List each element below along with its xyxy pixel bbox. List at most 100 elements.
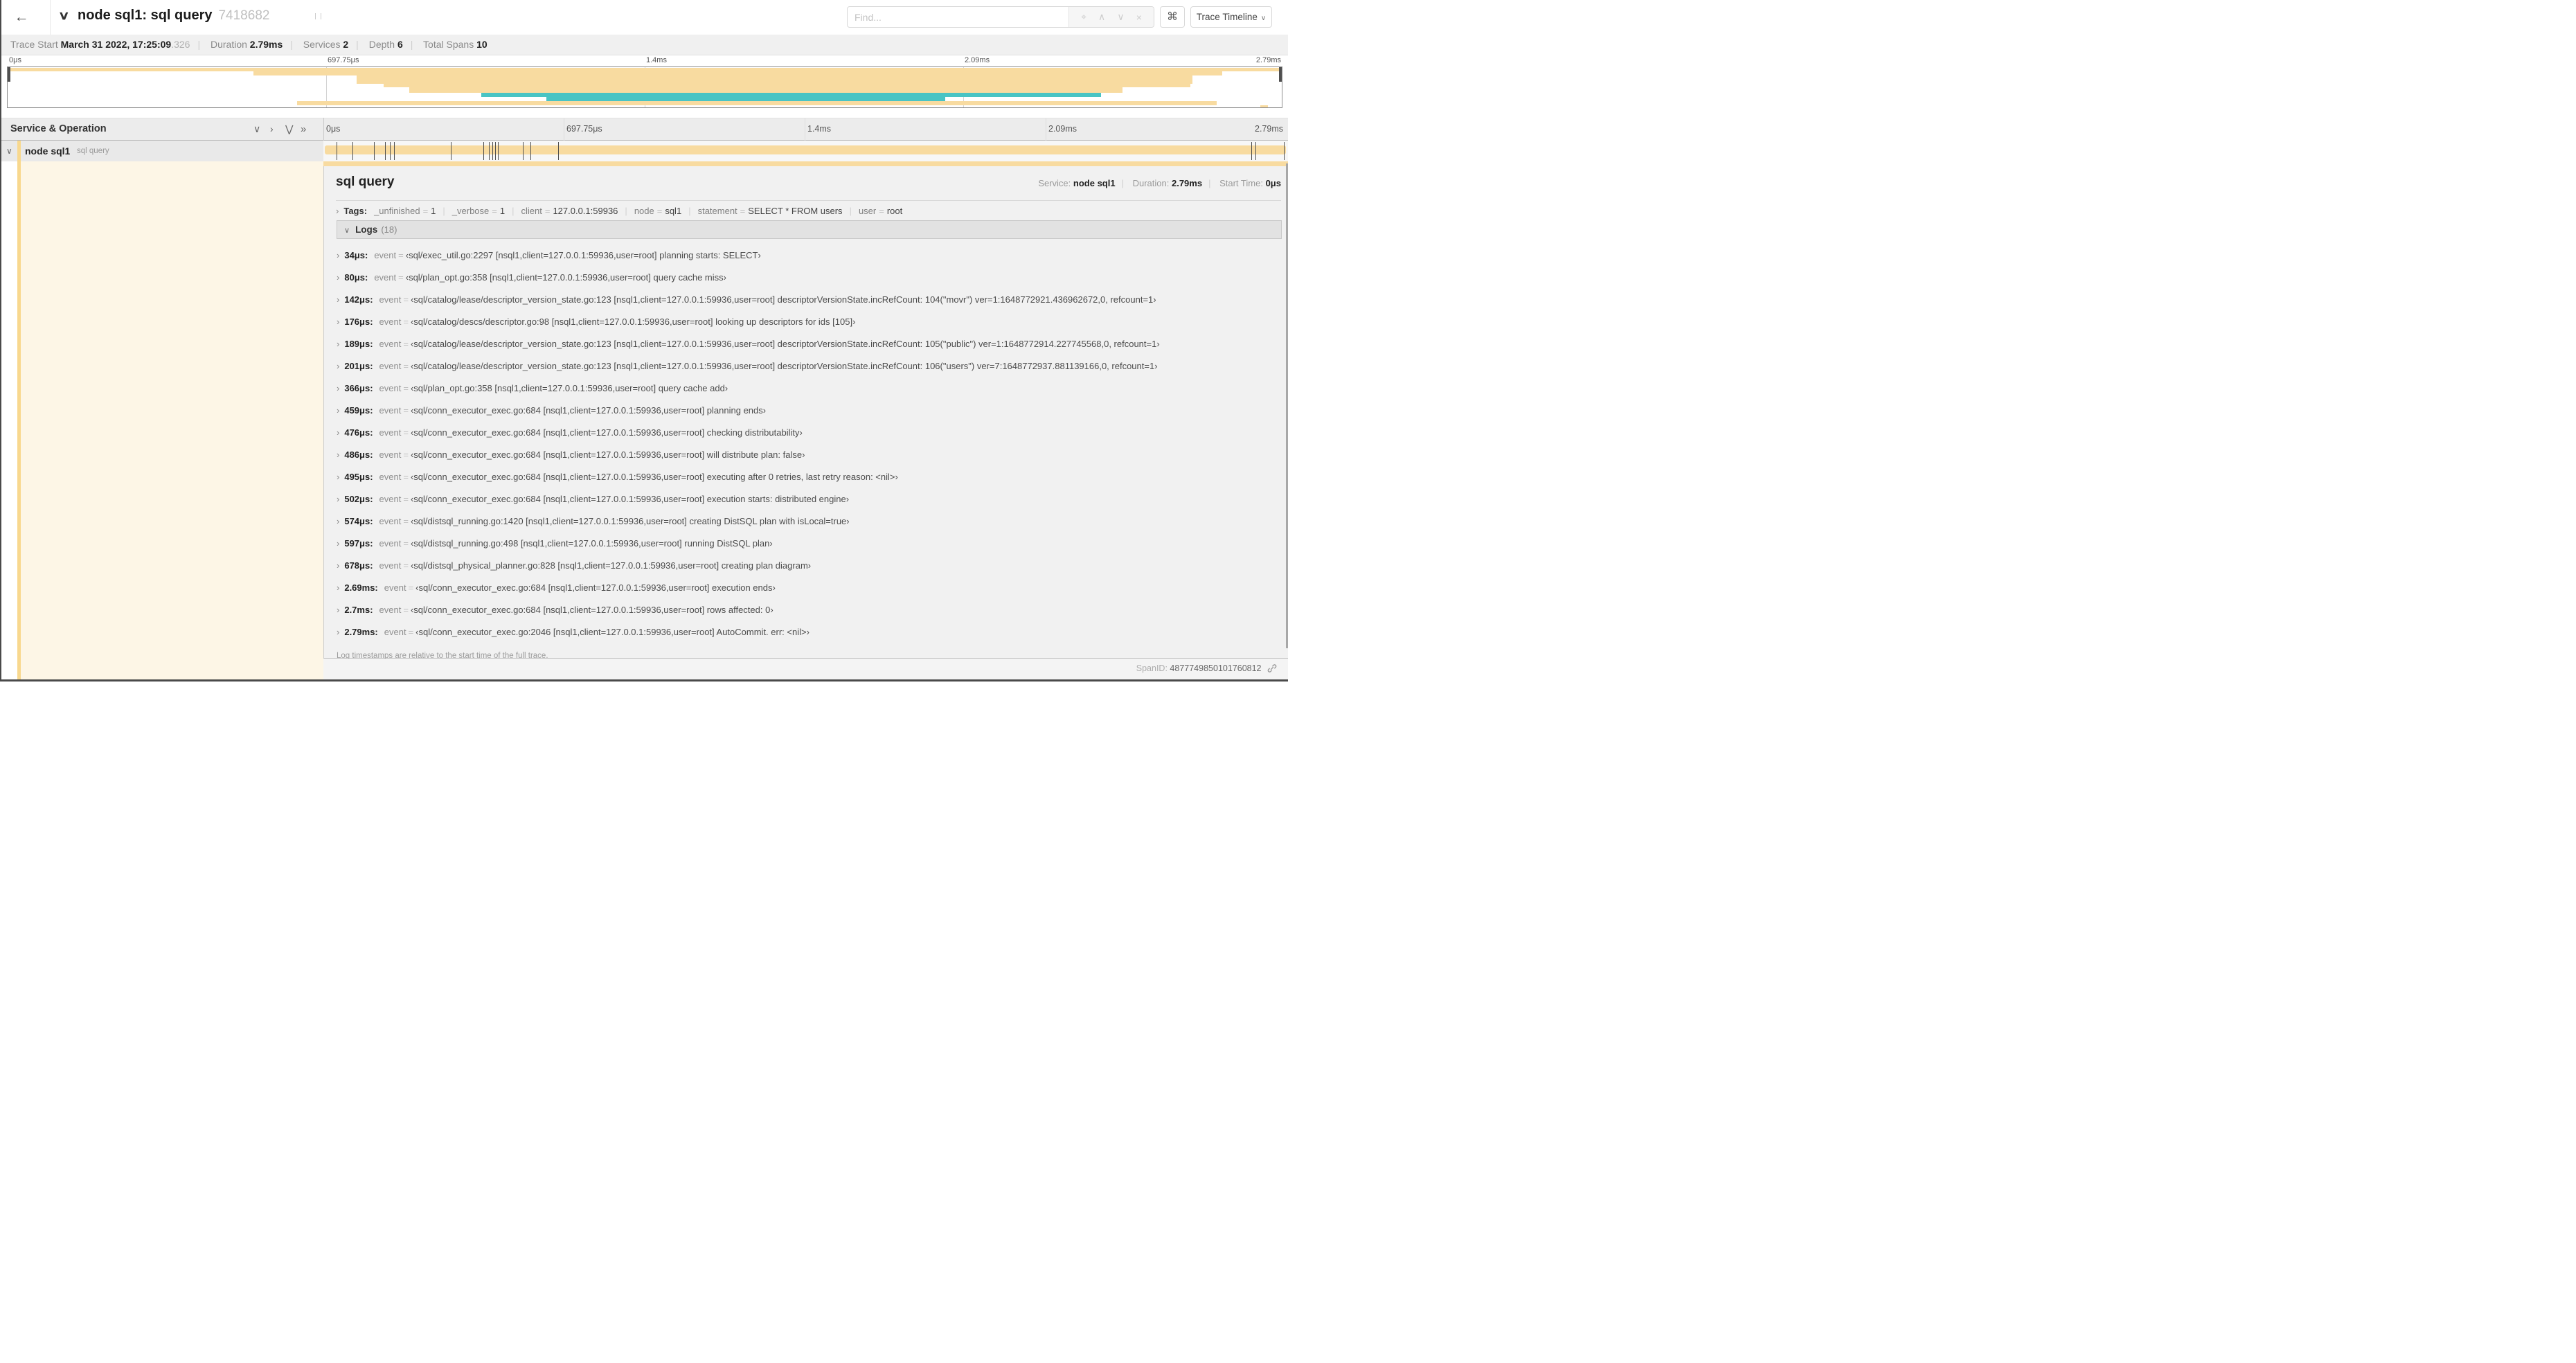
expand-one-icon[interactable]: › [270,118,274,140]
depth-value: 6 [397,39,403,50]
minimap-tick-label: 2.79ms [1255,56,1281,64]
tag-item: node = sql1 [634,206,681,216]
minimap-tick-label: 2.09ms [965,56,990,64]
log-row[interactable]: › 476μs: event = ‹sql/conn_executor_exec.go:… [337,422,1282,444]
equals-sign: = [408,582,414,593]
divider: | [197,39,201,50]
timeline-minimap[interactable] [7,66,1282,108]
back-button[interactable]: ← [11,7,32,28]
tags-row[interactable]: › Tags: _unfinished = 1 | _verbose = 1 | client = 12… [336,206,902,216]
keyboard-shortcuts-button[interactable]: ⌘ [1160,6,1185,28]
log-row[interactable]: › 176μs: event = ‹sql/catalog/descs/descript… [337,311,1282,333]
selected-span-strip-bar[interactable] [323,161,1288,166]
log-row[interactable]: › 574μs: event = ‹sql/distsql_running.go:142… [337,510,1282,533]
locate-icon[interactable]: ⌖ [1081,11,1086,23]
log-value: ‹sql/distsql_running.go:498 [nsql1,clien… [410,538,773,549]
logs-label: Logs [355,224,378,235]
log-row[interactable]: › 678μs: event = ‹sql/distsql_physical_plann… [337,555,1282,577]
services-value: 2 [343,39,349,50]
minimap-left-scrub-handle[interactable] [8,67,10,82]
log-field: event [379,560,402,571]
log-value: ‹sql/catalog/lease/descriptor_version_st… [410,339,1160,349]
minimap-right-scrub-handle[interactable] [1279,67,1282,82]
log-time: 476μs: [344,427,373,438]
log-tick-mark [1255,142,1256,160]
log-row[interactable]: › 2.69ms: event = ‹sql/conn_executor_exec.go… [337,577,1282,599]
tag-item: _verbose = 1 [452,206,505,216]
total-spans-value: 10 [476,39,488,50]
span-name-row[interactable]: ∨ node sql1 sql query [0,141,323,161]
log-row[interactable]: › 34μs: event = ‹sql/exec_util.go:2297 [nsql… [337,244,1282,267]
trace-start-value: March 31 2022, 17:25:09 [60,39,172,50]
log-value: ‹sql/conn_executor_exec.go:684 [nsql1,cl… [415,582,776,593]
log-value: ‹sql/exec_util.go:2297 [nsql1,client=127… [405,250,761,260]
logs-header[interactable]: ∨ Logs (18) [337,220,1282,239]
name-column-gutter [0,161,17,680]
log-row[interactable]: › 597μs: event = ‹sql/distsql_running.go:498… [337,533,1282,555]
log-tick-mark [1284,142,1285,160]
prev-result-icon[interactable]: ∧ [1098,11,1105,23]
trace-start-fraction: .326 [171,39,190,50]
log-tick-mark [1251,142,1253,160]
vertical-scrollbar[interactable] [1286,163,1288,648]
equals-sign: = [403,317,409,327]
services-label: Services [303,39,341,50]
ruler-tick-label: 697.75μs [566,124,602,134]
equals-sign: = [422,206,429,216]
chevron-right-icon: › [337,516,340,526]
divider: | [356,39,359,50]
divider: | [442,206,445,216]
find-input[interactable] [848,7,1068,27]
chevron-right-icon: › [337,605,340,615]
chevron-down-icon: ∨ [344,226,350,235]
log-row[interactable]: › 189μs: event = ‹sql/catalog/lease/descript… [337,333,1282,355]
log-tick-mark [352,142,354,160]
clear-find-icon[interactable]: × [1136,12,1142,23]
next-result-icon[interactable]: ∨ [1117,11,1124,23]
trace-name: node sql1: sql query [78,8,213,23]
chevron-right-icon: › [337,449,340,460]
log-row[interactable]: › 486μs: event = ‹sql/conn_executor_exec.go:… [337,444,1282,466]
log-row[interactable]: › 2.7ms: event = ‹sql/conn_executor_exec.go:… [337,599,1282,621]
log-value: ‹sql/conn_executor_exec.go:684 [nsql1,cl… [410,494,850,504]
log-row[interactable]: › 142μs: event = ‹sql/catalog/lease/descript… [337,289,1282,311]
log-time: 189μs: [344,339,373,349]
trace-view-label: Trace Timeline [1196,12,1258,22]
tag-key: user [858,206,877,216]
tag-key: client [521,206,542,216]
log-tick-mark [497,142,499,160]
trace-timeline-page: ← ∨ node sql1: sql query7418682 ⌖ ∧ ∨ × … [0,0,1288,682]
log-row[interactable]: › 502μs: event = ‹sql/conn_executor_exec.go:… [337,488,1282,510]
service-label: Service: [1038,178,1071,188]
log-tick-mark [522,142,524,160]
log-value: ‹sql/catalog/lease/descriptor_version_st… [410,294,1156,305]
log-row[interactable]: › 495μs: event = ‹sql/conn_executor_exec.go:… [337,466,1282,488]
collapse-one-icon[interactable]: ∨ [253,118,260,140]
collapse-children-chevron-icon[interactable]: ∨ [6,141,12,161]
minimap-span-bar [409,87,1122,93]
ruler-tick-label: 1.4ms [807,124,832,134]
header: ← ∨ node sql1: sql query7418682 ⌖ ∧ ∨ × … [0,0,1288,35]
trace-start-label: Trace Start [10,39,58,50]
equals-sign: = [544,206,551,216]
log-row[interactable]: › 2.79ms: event = ‹sql/conn_executor_exec.go… [337,621,1282,643]
collapse-trace-chevron-icon[interactable]: ∨ [58,9,70,23]
link-icon[interactable] [1267,663,1277,673]
log-time: 597μs: [344,538,373,549]
chevron-right-icon: › [337,538,340,549]
header-divider [50,0,51,35]
selected-span-name-column [21,161,323,680]
collapse-all-icon[interactable]: ⋁ [285,118,293,140]
log-row[interactable]: › 201μs: event = ‹sql/catalog/lease/descript… [337,355,1282,377]
log-row[interactable]: › 459μs: event = ‹sql/conn_executor_exec.go:… [337,400,1282,422]
tag-item: user = root [859,206,902,216]
log-tick-mark [530,142,532,160]
tag-item: statement = SELECT * FROM users [698,206,843,216]
depth-label: Depth [368,39,395,50]
log-row[interactable]: › 366μs: event = ‹sql/plan_opt.go:358 [nsql1… [337,377,1282,400]
trace-view-dropdown[interactable]: Trace Timeline ∨ [1190,6,1272,28]
start-time-value: 0μs [1265,178,1281,188]
log-row[interactable]: › 80μs: event = ‹sql/plan_opt.go:358 [nsql1,… [337,267,1282,289]
column-resizer-grip[interactable] [315,13,321,19]
expand-all-icon[interactable]: » [301,118,306,140]
